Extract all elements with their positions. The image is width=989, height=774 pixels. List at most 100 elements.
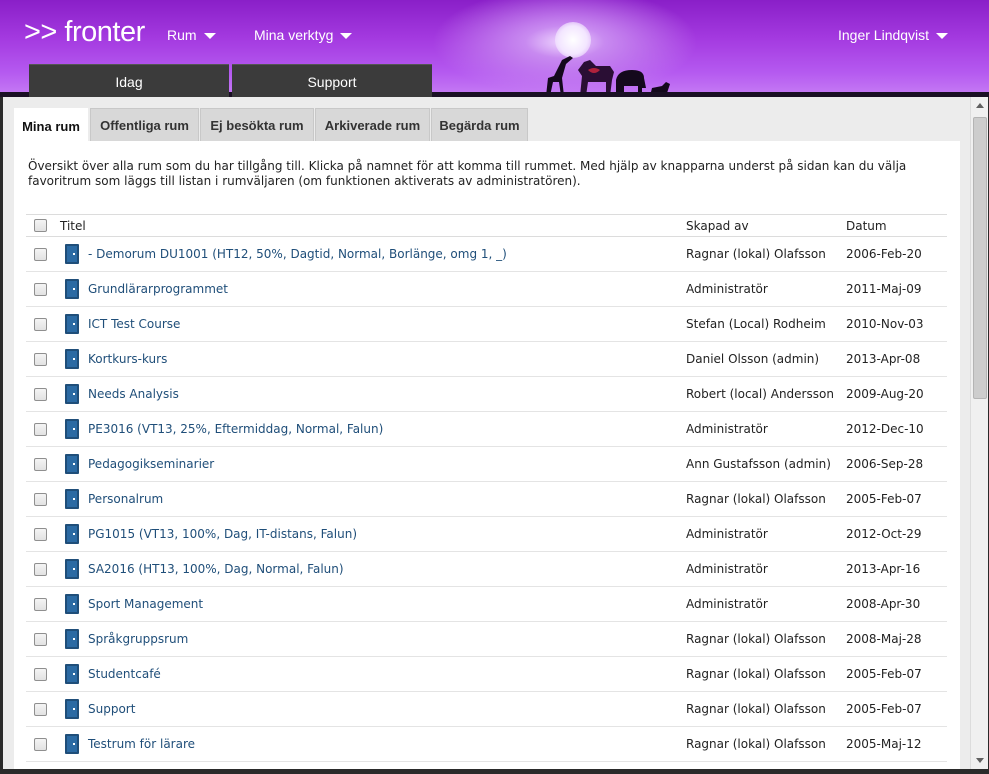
tab-begarda-rum[interactable]: Begärda rum	[431, 108, 528, 141]
nav-rum-menu[interactable]: Rum	[167, 27, 216, 43]
room-title-cell: Testrum för lärare	[88, 726, 686, 762]
room-title-cell: Kortkurs-kurs	[88, 341, 686, 377]
row-checkbox[interactable]	[34, 667, 47, 681]
rooms-table-body: - Demorum DU1001 (HT12, 50%, Dagtid, Nor…	[26, 236, 947, 762]
row-checkbox[interactable]	[34, 247, 47, 261]
row-checkbox[interactable]	[34, 387, 47, 401]
room-door-icon	[65, 524, 79, 544]
row-checkbox-cell	[26, 306, 60, 342]
room-title-link[interactable]: Pedagogikseminarier	[88, 457, 214, 471]
nav-rum-label: Rum	[167, 27, 197, 43]
header-tab-idag-label: Idag	[115, 73, 143, 90]
room-title-link[interactable]: Språkgruppsrum	[88, 632, 188, 646]
row-checkbox[interactable]	[34, 562, 47, 576]
room-title-cell: Studentcafé	[88, 656, 686, 692]
room-door-icon	[65, 699, 79, 719]
room-title-cell: Pedagogikseminarier	[88, 446, 686, 482]
room-title-cell: Språkgruppsrum	[88, 621, 686, 657]
room-title-link[interactable]: SA2016 (HT13, 100%, Dag, Normal, Falun)	[88, 562, 344, 576]
room-title-link[interactable]: Support	[88, 702, 135, 716]
created-by-cell: Administratör	[686, 271, 846, 307]
tab-arkiverade-rum-label: Arkiverade rum	[324, 117, 421, 133]
tab-ej-besokta-rum[interactable]: Ej besökta rum	[200, 108, 314, 141]
row-checkbox[interactable]	[34, 457, 47, 471]
scroll-up-button[interactable]	[971, 97, 988, 114]
scroll-down-button[interactable]	[971, 752, 988, 769]
room-title-link[interactable]: PG1015 (VT13, 100%, Dag, IT-distans, Fal…	[88, 527, 357, 541]
arrow-up-icon	[975, 103, 984, 108]
room-title-link[interactable]: Needs Analysis	[88, 387, 179, 401]
room-title-link[interactable]: ICT Test Course	[88, 317, 180, 331]
user-name: Inger Lindqvist	[838, 27, 930, 43]
room-title-link[interactable]: Personalrum	[88, 492, 163, 506]
table-row: PE3016 (VT13, 25%, Eftermiddag, Normal, …	[26, 411, 947, 447]
room-title-link[interactable]: Grundlärarprogrammet	[88, 282, 228, 296]
row-checkbox[interactable]	[34, 632, 47, 646]
scroll-thumb[interactable]	[973, 117, 987, 399]
date-cell: 2010-Nov-03	[846, 306, 947, 342]
row-checkbox-cell	[26, 586, 60, 622]
row-checkbox[interactable]	[34, 702, 47, 716]
row-checkbox[interactable]	[34, 282, 47, 296]
room-title-link[interactable]: - Demorum DU1001 (HT12, 50%, Dagtid, Nor…	[88, 247, 507, 261]
date-column-header[interactable]: Datum	[846, 214, 947, 237]
fronter-logo[interactable]: >> fronter	[24, 16, 145, 49]
room-door-icon	[65, 244, 79, 264]
header-tab-idag[interactable]: Idag	[29, 64, 229, 97]
table-row: Personalrum Ragnar (lokal) Olafsson 2005-F…	[26, 481, 947, 517]
room-door-icon	[65, 664, 79, 684]
row-checkbox-cell	[26, 341, 60, 377]
row-checkbox-cell	[26, 446, 60, 482]
room-title-link[interactable]: Testrum för lärare	[88, 737, 195, 751]
room-icon-cell	[60, 516, 88, 552]
row-checkbox[interactable]	[34, 422, 47, 436]
room-title-cell: PE3016 (VT13, 25%, Eftermiddag, Normal, …	[88, 411, 686, 447]
room-title-link[interactable]: Sport Management	[88, 597, 203, 611]
room-door-icon	[65, 559, 79, 579]
row-checkbox-cell	[26, 376, 60, 412]
nav-mina-verktyg-menu[interactable]: Mina verktyg	[254, 27, 353, 43]
room-icon-cell	[60, 656, 88, 692]
created-by-cell: Ragnar (lokal) Olafsson	[686, 691, 846, 727]
row-checkbox[interactable]	[34, 352, 47, 366]
table-row: Språkgruppsrum Ragnar (lokal) Olafsson 200…	[26, 621, 947, 657]
date-cell: 2005-Feb-07	[846, 481, 947, 517]
row-checkbox[interactable]	[34, 737, 47, 751]
room-title-link[interactable]: PE3016 (VT13, 25%, Eftermiddag, Normal, …	[88, 422, 383, 436]
title-column-header[interactable]: Titel	[60, 214, 686, 237]
row-checkbox[interactable]	[34, 597, 47, 611]
created-by-cell: Administratör	[686, 411, 846, 447]
row-checkbox[interactable]	[34, 492, 47, 506]
row-checkbox[interactable]	[34, 317, 47, 331]
vertical-scrollbar[interactable]	[970, 97, 988, 769]
room-title-cell: - Demorum DU1001 (HT12, 50%, Dagtid, Nor…	[88, 236, 686, 272]
date-cell: 2006-Sep-28	[846, 446, 947, 482]
room-icon-cell	[60, 306, 88, 342]
arrow-down-icon	[975, 758, 984, 763]
date-cell: 2006-Feb-20	[846, 236, 947, 272]
created-by-cell: Ragnar (lokal) Olafsson	[686, 481, 846, 517]
date-cell: 2005-Feb-07	[846, 691, 947, 727]
header-tab-support[interactable]: Support	[232, 64, 432, 97]
date-cell: 2013-Apr-16	[846, 551, 947, 587]
room-title-link[interactable]: Kortkurs-kurs	[88, 352, 167, 366]
room-icon-cell	[60, 726, 88, 762]
row-checkbox[interactable]	[34, 527, 47, 541]
row-checkbox-cell	[26, 691, 60, 727]
table-row: - Demorum DU1001 (HT12, 50%, Dagtid, Nor…	[26, 236, 947, 272]
tab-offentliga-rum[interactable]: Offentliga rum	[90, 108, 199, 141]
room-title-link[interactable]: Studentcafé	[88, 667, 161, 681]
row-checkbox-cell	[26, 411, 60, 447]
room-door-icon	[65, 419, 79, 439]
tab-arkiverade-rum[interactable]: Arkiverade rum	[315, 108, 430, 141]
row-checkbox-cell	[26, 271, 60, 307]
row-checkbox-cell	[26, 516, 60, 552]
room-icon-cell	[60, 271, 88, 307]
created-by-column-header[interactable]: Skapad av	[686, 214, 846, 237]
select-all-checkbox[interactable]	[34, 219, 47, 232]
table-row: Studentcafé Ragnar (lokal) Olafsson 2005-F…	[26, 656, 947, 692]
rooms-table: Titel Skapad av Datum - Demorum DU1001 (…	[26, 214, 947, 762]
date-cell: 2005-Maj-12	[846, 726, 947, 762]
user-menu[interactable]: Inger Lindqvist	[838, 27, 949, 43]
tab-mina-rum[interactable]: Mina rum	[14, 108, 88, 143]
